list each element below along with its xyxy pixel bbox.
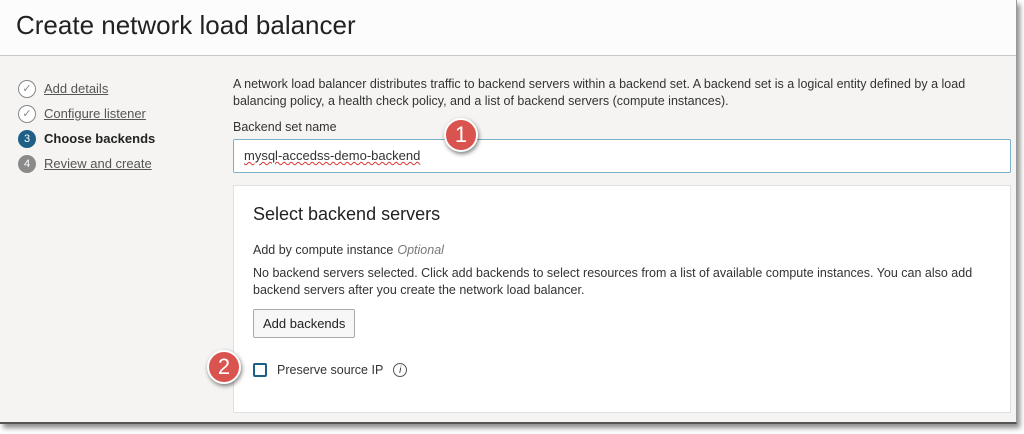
add-backends-button[interactable]: Add backends bbox=[253, 309, 356, 338]
no-backends-message: No backend servers selected. Click add b… bbox=[253, 266, 973, 297]
step-configure-listener[interactable]: ✓ Configure listener bbox=[18, 101, 155, 126]
header: Create network load balancer bbox=[0, 0, 1016, 56]
check-icon: ✓ bbox=[18, 79, 36, 98]
window: Create network load balancer ✓ Add detail… bbox=[0, 0, 1017, 424]
description: A network load balancer distributes traf… bbox=[233, 77, 966, 108]
optional-label: Optional bbox=[397, 243, 444, 257]
input-value: mysql-accedss-demo-backend bbox=[244, 148, 421, 163]
step-label[interactable]: Review and create bbox=[44, 156, 152, 171]
preserve-source-ip-checkbox[interactable] bbox=[253, 363, 267, 377]
callout-badge-2: 2 bbox=[207, 350, 241, 384]
step-add-details[interactable]: ✓ Add details bbox=[18, 76, 155, 101]
step-review-create[interactable]: 4 Review and create bbox=[18, 151, 155, 176]
preserve-source-ip-label: Preserve source IP bbox=[277, 363, 384, 377]
callout-badge-1: 1 bbox=[444, 118, 478, 152]
backend-set-name-label: Backend set name bbox=[233, 120, 337, 134]
check-icon: ✓ bbox=[18, 104, 36, 123]
step-label: Choose backends bbox=[44, 131, 156, 146]
main-content: A network load balancer distributes traf… bbox=[233, 76, 1013, 413]
card-title: Select backend servers bbox=[253, 204, 441, 224]
select-backend-servers-card: Select backend servers Add by compute in… bbox=[233, 185, 1011, 413]
backend-set-name-input[interactable]: mysql-accedss-demo-backend bbox=[233, 139, 1011, 173]
step-label[interactable]: Configure listener bbox=[44, 106, 146, 121]
step-number: 4 bbox=[18, 154, 36, 173]
step-choose-backends: 3 Choose backends bbox=[18, 126, 155, 151]
step-number: 3 bbox=[18, 129, 36, 148]
info-icon[interactable]: i bbox=[393, 363, 408, 377]
page-title: Create network load balancer bbox=[16, 10, 356, 40]
add-by-label: Add by compute instance bbox=[253, 243, 394, 257]
step-label[interactable]: Add details bbox=[44, 81, 108, 96]
wizard-steps: ✓ Add details ✓ Configure listener 3 Choose… bbox=[18, 76, 155, 176]
